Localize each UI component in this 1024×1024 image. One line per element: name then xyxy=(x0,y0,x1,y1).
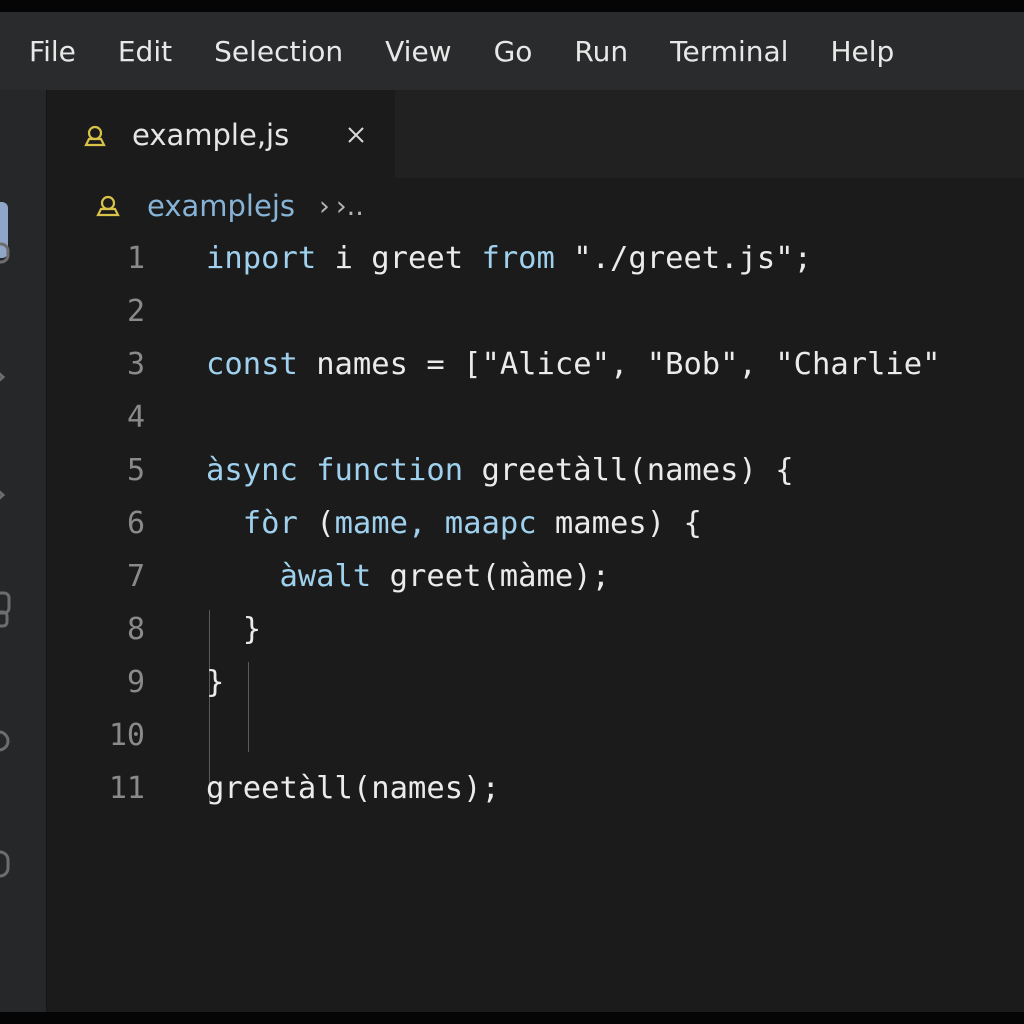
line-number: 8 xyxy=(126,612,145,647)
tab-label: example,js xyxy=(132,118,290,152)
code-text: àwalt greet(màme); xyxy=(206,550,610,603)
line-number: 5 xyxy=(126,453,145,488)
menu-edit[interactable]: Edit xyxy=(118,35,172,68)
code-line[interactable]: 11 greetàll(names); xyxy=(47,762,1024,815)
keyword-token: mame, maapc xyxy=(334,506,537,541)
breadcrumb: examplejs › ›.. xyxy=(95,186,364,226)
line-number: 1 xyxy=(126,241,145,276)
extensions-icon[interactable] xyxy=(0,591,11,628)
js-file-icon xyxy=(84,125,106,147)
close-icon[interactable] xyxy=(345,124,367,146)
menu-go[interactable]: Go xyxy=(494,35,533,68)
code-token: ( xyxy=(297,506,335,541)
code-text: fòr (mame, maapc mames) { xyxy=(206,497,702,550)
breadcrumb-separator: › xyxy=(319,190,330,222)
code-line[interactable]: 9} xyxy=(47,656,1024,709)
line-number: 4 xyxy=(126,400,145,435)
window-bottom-edge xyxy=(0,1012,1024,1024)
line-number: 3 xyxy=(126,347,145,382)
remote-icon[interactable] xyxy=(0,730,10,752)
code-line[interactable]: 5 àsync function greetàll(names) { xyxy=(47,444,1024,497)
code-text: } xyxy=(206,656,224,709)
code-token: greetàll(names); xyxy=(206,771,500,806)
source-control-icon[interactable] xyxy=(0,366,10,388)
line-number: 10 xyxy=(108,718,145,753)
breadcrumb-file[interactable]: examplejs xyxy=(147,189,295,223)
menu-selection[interactable]: Selection xyxy=(214,35,343,68)
code-token: } xyxy=(206,665,225,700)
menu-run[interactable]: Run xyxy=(574,35,628,68)
code-text: greetàll(names); xyxy=(206,762,500,815)
keyword-token: const xyxy=(206,347,298,382)
menu-bar: File Edit Selection View Go Run Terminal… xyxy=(0,12,1024,90)
tab-bar: example,js xyxy=(47,90,1024,178)
code-token: greetàll(names) { xyxy=(463,453,794,488)
code-line[interactable]: 8 } xyxy=(47,603,1024,656)
menu-file[interactable]: File xyxy=(29,35,76,68)
code-token: greet(màme); xyxy=(371,559,610,594)
code-token: i greet xyxy=(316,241,482,276)
code-line[interactable]: 6 fòr (mame, maapc mames) { xyxy=(47,497,1024,550)
js-file-icon xyxy=(96,195,120,217)
code-text: àsync function greetàll(names) { xyxy=(206,444,794,497)
menu-view[interactable]: View xyxy=(385,35,451,68)
code-token: } xyxy=(206,612,262,647)
menu-help[interactable]: Help xyxy=(830,35,894,68)
line-number: 7 xyxy=(126,559,145,594)
keyword-token: àwalt xyxy=(206,559,372,594)
code-token: names = ["Alice", "Bob", "Charlie" xyxy=(297,347,941,382)
code-token: "./greet.js"; xyxy=(554,241,812,276)
code-area[interactable]: 1 inport i greet from "./greet.js"; 2 3 cons… xyxy=(47,230,1024,1010)
keyword-token: àsync function xyxy=(206,453,464,488)
tab-example-js[interactable]: example,js xyxy=(47,90,395,178)
keyword-token: inport xyxy=(206,241,317,276)
code-text: } xyxy=(206,603,261,656)
code-text: inport i greet from "./greet.js"; xyxy=(206,232,812,285)
breadcrumb-symbols[interactable]: ›.. xyxy=(336,191,364,222)
line-number: 6 xyxy=(126,506,145,541)
run-debug-icon[interactable] xyxy=(0,484,10,506)
account-icon[interactable] xyxy=(0,850,10,878)
menu-terminal[interactable]: Terminal xyxy=(670,35,788,68)
code-token: mames) { xyxy=(536,506,702,541)
tab-bar-empty xyxy=(395,90,1024,178)
code-line[interactable]: 10 xyxy=(47,709,1024,762)
keyword-token: from xyxy=(481,241,555,276)
code-line[interactable]: 4 xyxy=(47,391,1024,444)
search-icon[interactable] xyxy=(0,242,10,264)
line-number: 2 xyxy=(126,294,145,329)
vscode-window: File Edit Selection View Go Run Terminal… xyxy=(0,0,1024,1024)
window-top-edge xyxy=(0,0,1024,12)
code-line[interactable]: 1 inport i greet from "./greet.js"; xyxy=(47,232,1024,285)
code-line[interactable]: 7 àwalt greet(màme); xyxy=(47,550,1024,603)
keyword-token: fòr xyxy=(206,506,298,541)
code-text: const names = ["Alice", "Bob", "Charlie" xyxy=(206,338,941,391)
code-line[interactable]: 2 xyxy=(47,285,1024,338)
line-number: 9 xyxy=(126,665,145,700)
code-line[interactable]: 3 const names = ["Alice", "Bob", "Charlie… xyxy=(47,338,1024,391)
activity-bar xyxy=(0,90,47,1012)
line-number: 11 xyxy=(108,771,145,806)
editor: example,js examplejs › ›.. 1 inport i gre… xyxy=(47,90,1024,1012)
